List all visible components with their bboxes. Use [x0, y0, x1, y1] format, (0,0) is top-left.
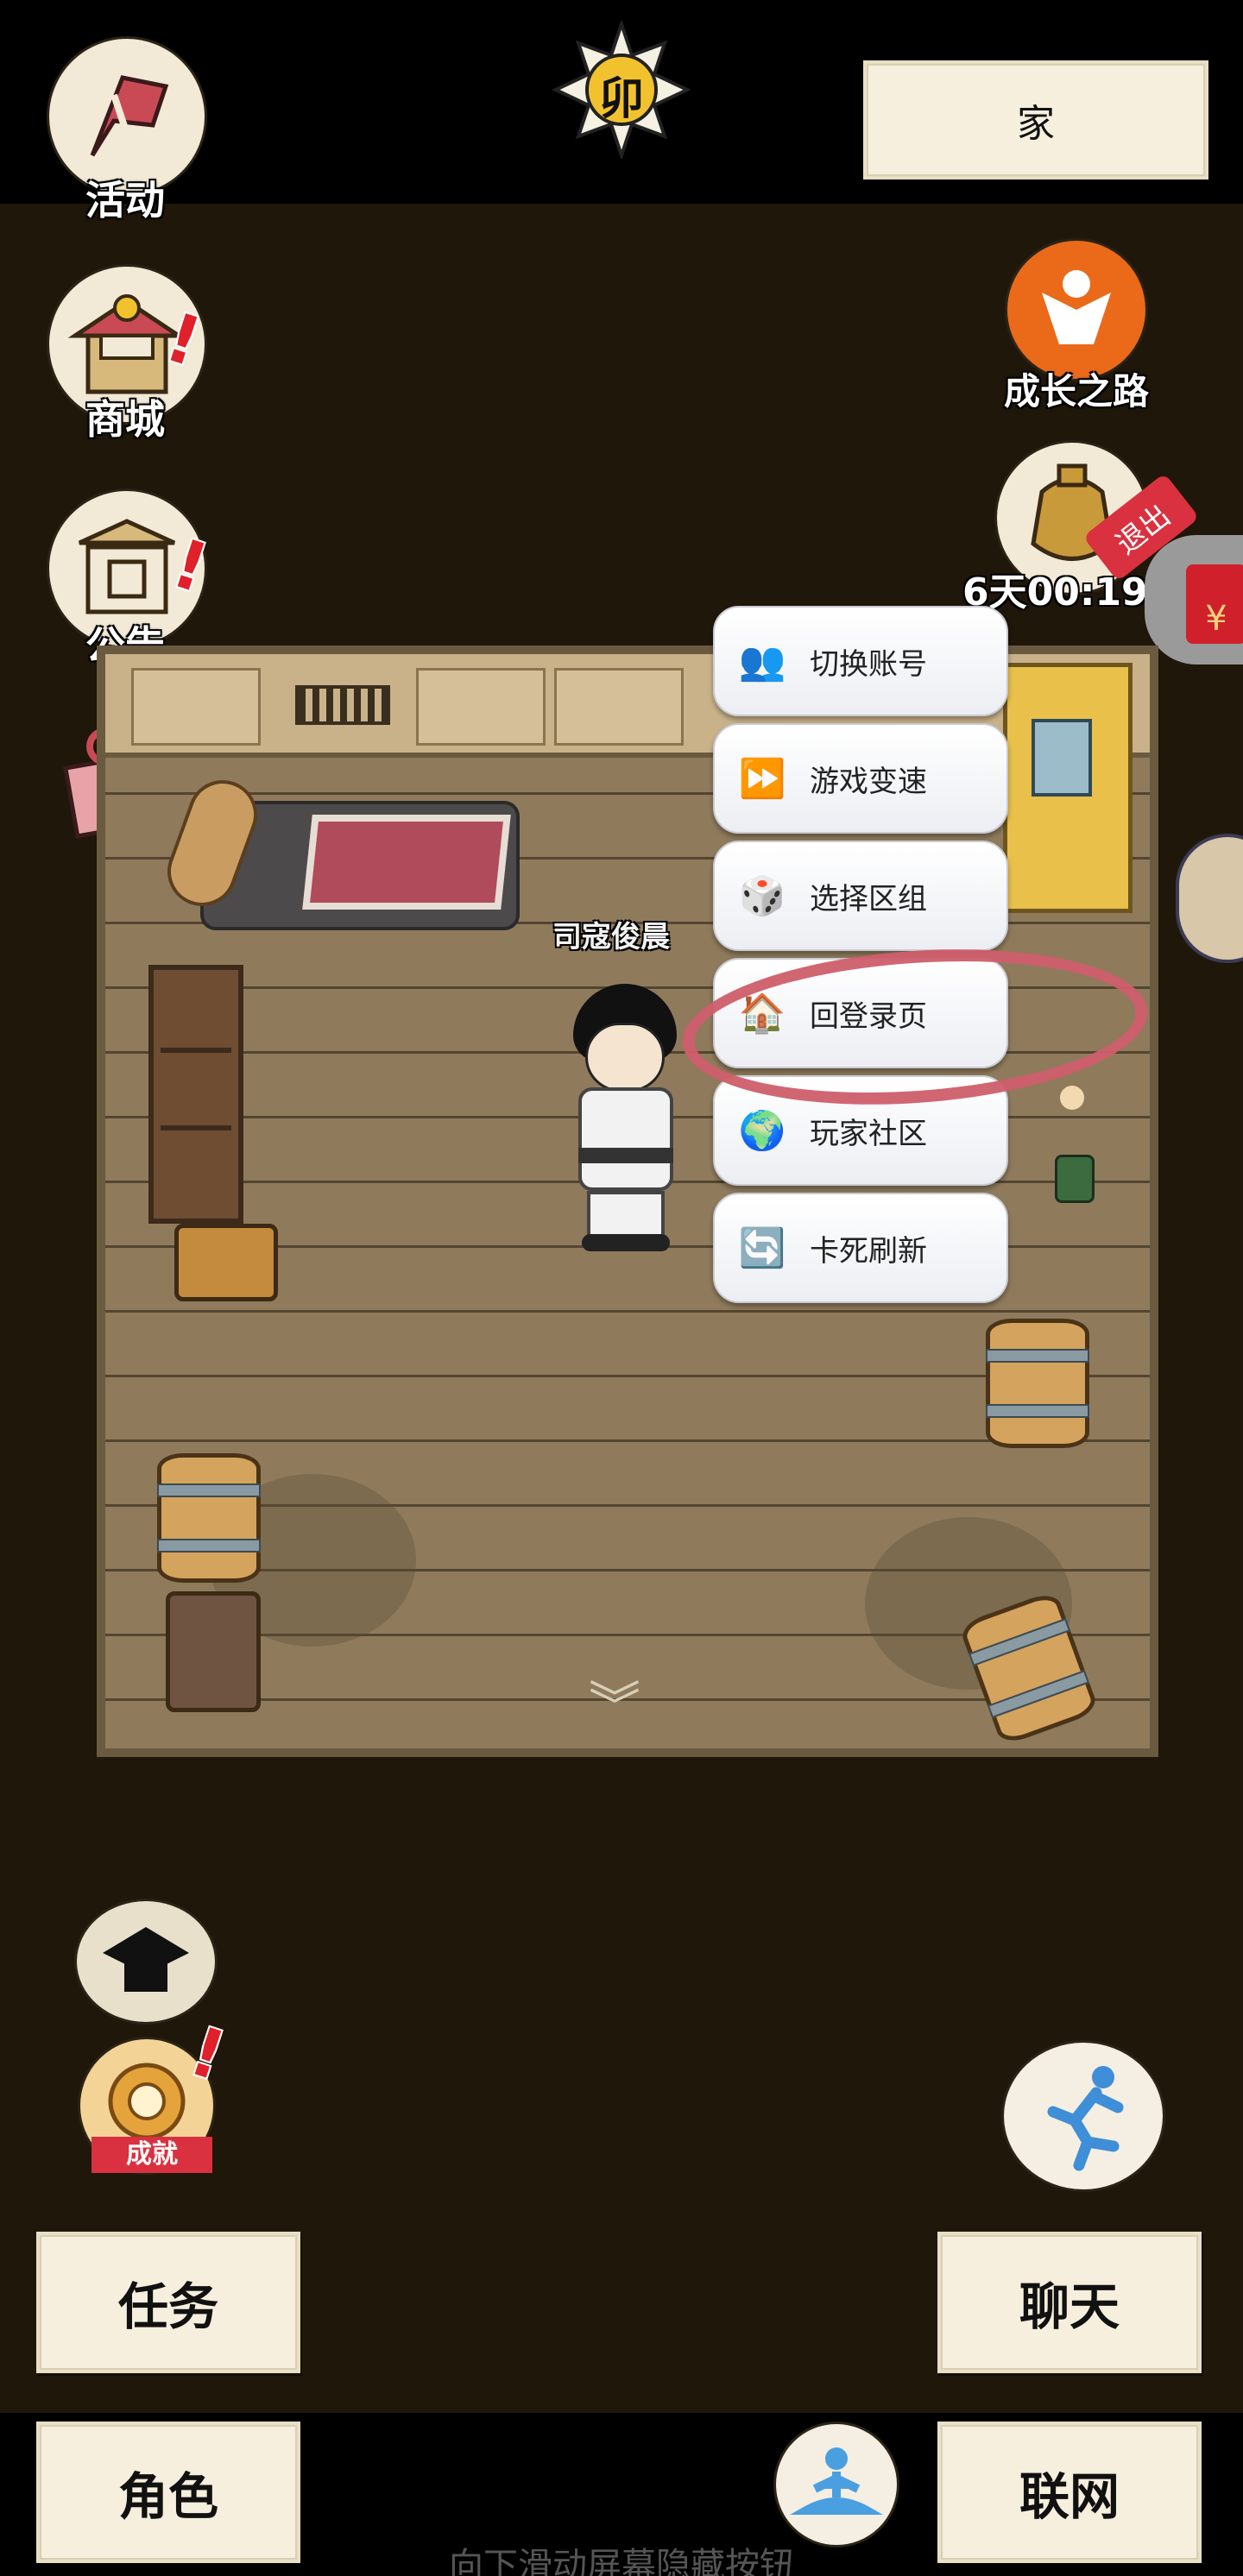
wall-panel — [416, 668, 546, 746]
achievement-banner: 成就 — [91, 2137, 212, 2173]
time-emblem: 卯 — [552, 21, 691, 159]
run-icon[interactable] — [1001, 2040, 1165, 2192]
mortarboard-icon — [103, 1927, 189, 1992]
shop-label: 商城 — [85, 396, 165, 443]
menu-game-speed[interactable]: ⏩ 游戏变速 — [713, 723, 1008, 834]
red-packet-button[interactable]: ¥ — [1145, 535, 1243, 664]
menu-switch-account[interactable]: 👥 切换账号 — [713, 606, 1008, 716]
player-feet — [582, 1234, 670, 1251]
meditation-figure-icon — [790, 2447, 883, 2515]
swipe-hint: 向下滑动屏幕隐藏按钮 — [449, 2546, 794, 2576]
floor-lamp[interactable] — [1055, 1086, 1095, 1206]
menu-select-server[interactable]: 🎲 选择区组 — [713, 841, 1008, 951]
graduation-icon[interactable] — [74, 1899, 218, 2025]
red-packet-icon: ¥ — [1186, 564, 1243, 644]
player-character[interactable] — [570, 984, 682, 1251]
growth-road-label: 成长之路 — [1003, 370, 1149, 413]
wooden-crate[interactable] — [166, 1591, 261, 1712]
player-belt — [578, 1148, 673, 1163]
meditate-icon[interactable] — [773, 2422, 899, 2548]
menu-label: 玩家社区 — [810, 1116, 927, 1151]
player-name: 司寇俊晨 — [552, 920, 670, 954]
menu-label: 游戏变速 — [810, 764, 927, 799]
refresh-icon: 🔄 — [738, 1226, 786, 1270]
atm-screen — [1032, 719, 1092, 797]
bed[interactable] — [157, 770, 520, 930]
barrel[interactable] — [986, 1319, 1089, 1448]
wall-panel — [554, 668, 684, 746]
chat-button[interactable]: 聊天 — [937, 2232, 1202, 2373]
time-emblem-text: 卯 — [598, 73, 644, 125]
menu-label: 选择区组 — [810, 881, 927, 916]
task-button[interactable]: 任务 — [36, 2232, 300, 2373]
menu-label: 卡死刷新 — [810, 1233, 927, 1269]
wall-vent — [295, 685, 390, 725]
atm-machine[interactable] — [1003, 663, 1133, 913]
notice-board-icon — [78, 519, 176, 614]
home-button[interactable]: 家 — [863, 60, 1208, 180]
barrel[interactable] — [157, 1453, 261, 1583]
floor-line — [105, 1310, 1150, 1313]
menu-stuck-refresh[interactable]: 🔄 卡死刷新 — [713, 1193, 1008, 1303]
bookshelf[interactable] — [148, 965, 243, 1224]
fast-forward-icon: ⏩ — [738, 757, 786, 801]
dice-icon: 🎲 — [738, 874, 786, 918]
treasure-chest[interactable] — [174, 1224, 278, 1301]
users-icon: 👥 — [738, 639, 786, 683]
menu-label: 切换账号 — [810, 646, 927, 682]
figure-icon — [1042, 270, 1111, 344]
player-body — [578, 1087, 673, 1191]
bed-blanket — [302, 815, 511, 910]
scroll-down-chevron-icon[interactable]: ︾ — [589, 1681, 640, 1733]
wall-panel — [131, 668, 261, 746]
growth-road-icon[interactable] — [1005, 238, 1148, 381]
flag-icon — [90, 75, 169, 157]
running-figure-icon — [1047, 2066, 1124, 2171]
activity-label: 活动 — [85, 177, 165, 224]
player-face — [585, 1023, 665, 1092]
globe-icon: 🌍 — [738, 1109, 786, 1153]
